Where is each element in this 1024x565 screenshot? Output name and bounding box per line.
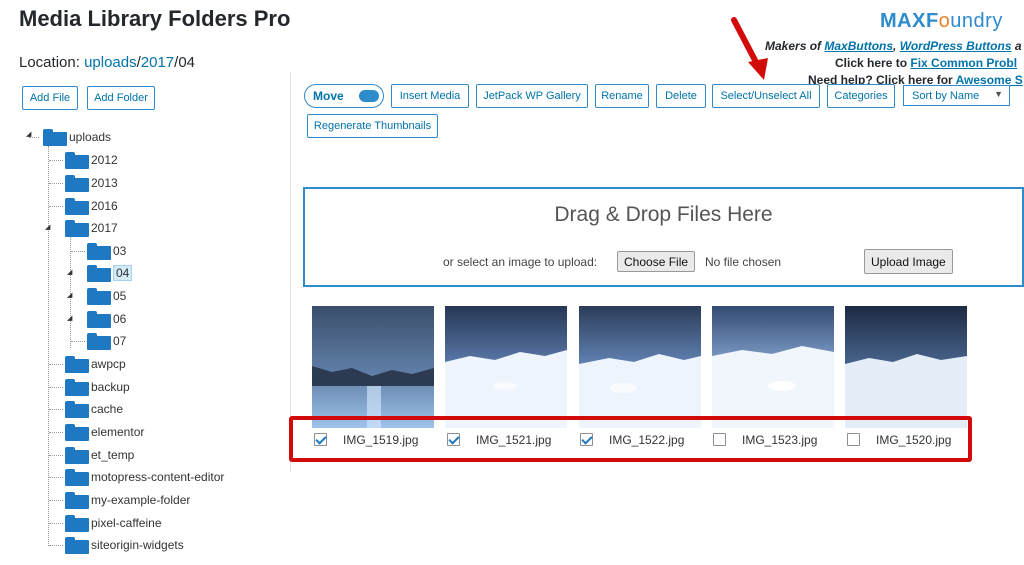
upload-hint: or select an image to upload: [443,255,598,269]
tree-node-label: pixel-caffeine [91,516,162,530]
tree-node-04[interactable]: 04 [71,262,133,284]
add-file-button[interactable]: Add File [22,86,78,110]
folder-icon [43,128,67,146]
caret-down-icon: ▼ [994,89,1003,99]
folder-tree: ◢ uploads 2012 2013 2016 ◢ 2017 03 ◢ 04 … [0,124,290,565]
dropzone-title: Drag & Drop Files Here [554,203,773,226]
folder-icon [65,355,89,373]
insert-media-button[interactable]: Insert Media [391,84,469,108]
tree-node-my-example-folder[interactable]: my-example-folder [49,489,190,511]
breadcrumb: Location: uploads/2017/04 [19,54,196,71]
folder-icon [65,174,89,192]
tree-node-label: 05 [113,289,127,303]
tree-node-label: uploads [69,130,112,144]
tree-node-label: 2016 [91,199,118,213]
tree-node-label: et_temp [91,448,135,462]
thumbnail-image[interactable] [312,306,434,428]
help-line-fix: Click here to Fix Common Probl [835,56,1018,70]
makers-line: Makers of MaxButtons, WordPress Buttons … [765,39,1022,53]
page-title: Media Library Folders Pro [19,6,291,31]
wordpress-buttons-link[interactable]: WordPress Buttons [900,39,1012,53]
regenerate-thumbnails-button[interactable]: Regenerate Thumbnails [307,114,438,138]
panel-divider [290,72,291,472]
folder-icon [65,514,89,532]
thumbnail-image[interactable] [579,306,701,428]
tree-node-backup[interactable]: backup [49,376,130,398]
tree-node-et-temp[interactable]: et_temp [49,444,134,466]
location-label: Location: [19,54,80,71]
folder-icon [65,197,89,215]
folder-icon [65,536,89,554]
tree-node-motopress-content-editor[interactable]: motopress-content-editor [49,466,224,488]
move-toggle-label: Move [313,89,344,103]
folder-icon [65,446,89,464]
folder-icon [87,332,111,350]
red-arrow-icon [731,17,768,80]
folder-icon [87,242,111,260]
breadcrumb-current: 04 [178,54,196,71]
folder-open-icon [87,264,111,282]
folder-icon [65,468,89,486]
choose-file-button[interactable]: Choose File [617,251,696,272]
tree-node-label: cache [91,402,124,416]
tree-node-06[interactable]: 06 [71,308,126,330]
rename-button[interactable]: Rename [595,84,649,108]
upload-dropzone[interactable]: Drag & Drop Files Here or select an imag… [303,187,1024,287]
tree-node-label: 03 [113,244,127,258]
tree-node-2012[interactable]: 2012 [49,149,118,171]
no-file-status: No file chosen [705,255,782,269]
delete-button[interactable]: Delete [656,84,706,108]
categories-button[interactable]: Categories [827,84,895,108]
tree-node-uploads[interactable]: uploads [29,126,112,148]
tree-node-label: siteorigin-widgets [91,538,184,552]
tree-node-label: my-example-folder [91,493,191,507]
add-folder-button[interactable]: Add Folder [87,86,155,110]
tree-node-05[interactable]: 05 [71,285,126,307]
sort-select-value: Sort by Name [912,89,980,102]
thumbnail-image[interactable] [712,306,834,428]
selection-highlight-box [289,416,972,462]
maxfoundry-logo: MAXFoundry [880,10,1003,32]
folder-icon [65,400,89,418]
tree-node-label: 2017 [91,221,118,235]
folder-icon [87,287,111,305]
folder-icon [87,310,111,328]
tree-node-awpcp[interactable]: awpcp [49,353,126,375]
tree-node-07[interactable]: 07 [71,330,126,352]
tree-node-2017[interactable]: 2017 [49,217,118,239]
tree-node-label: elementor [91,425,145,439]
folder-icon [65,219,89,237]
breadcrumb-uploads[interactable]: uploads [84,54,137,71]
sort-select[interactable]: Sort by Name ▼ [903,85,1010,106]
toggle-knob-icon [359,90,379,102]
tree-node-elementor[interactable]: elementor [49,421,144,443]
tree-node-label: awpcp [91,357,126,371]
folder-icon [65,151,89,169]
upload-image-button[interactable]: Upload Image [864,249,953,274]
jetpack-gallery-button[interactable]: JetPack WP Gallery [476,84,588,108]
breadcrumb-2017[interactable]: 2017 [141,54,174,71]
tree-node-2013[interactable]: 2013 [49,172,118,194]
thumbnail-image[interactable] [445,306,567,428]
maxbuttons-link[interactable]: MaxButtons [824,39,893,53]
tree-node-label: backup [91,380,130,394]
select-unselect-all-button[interactable]: Select/Unselect All [712,84,820,108]
tree-node-03[interactable]: 03 [71,240,126,262]
tree-node-label: motopress-content-editor [91,470,225,484]
folder-icon [65,423,89,441]
tree-node-pixel-caffeine[interactable]: pixel-caffeine [49,512,162,534]
tree-node-cache[interactable]: cache [49,398,123,420]
move-toggle[interactable]: Move [304,84,384,108]
folder-icon [65,378,89,396]
tree-node-label: 07 [113,334,127,348]
tree-node-label: 2012 [91,153,118,167]
tree-node-label: 04 [113,265,133,281]
fix-common-problems-link[interactable]: Fix Common Probl [910,56,1017,70]
tree-node-siteorigin-widgets[interactable]: siteorigin-widgets [49,534,184,556]
tree-node-2016[interactable]: 2016 [49,195,118,217]
thumbnail-image[interactable] [845,306,967,428]
tree-node-label: 2013 [91,176,118,190]
tree-node-label: 06 [113,312,127,326]
folder-icon [65,491,89,509]
